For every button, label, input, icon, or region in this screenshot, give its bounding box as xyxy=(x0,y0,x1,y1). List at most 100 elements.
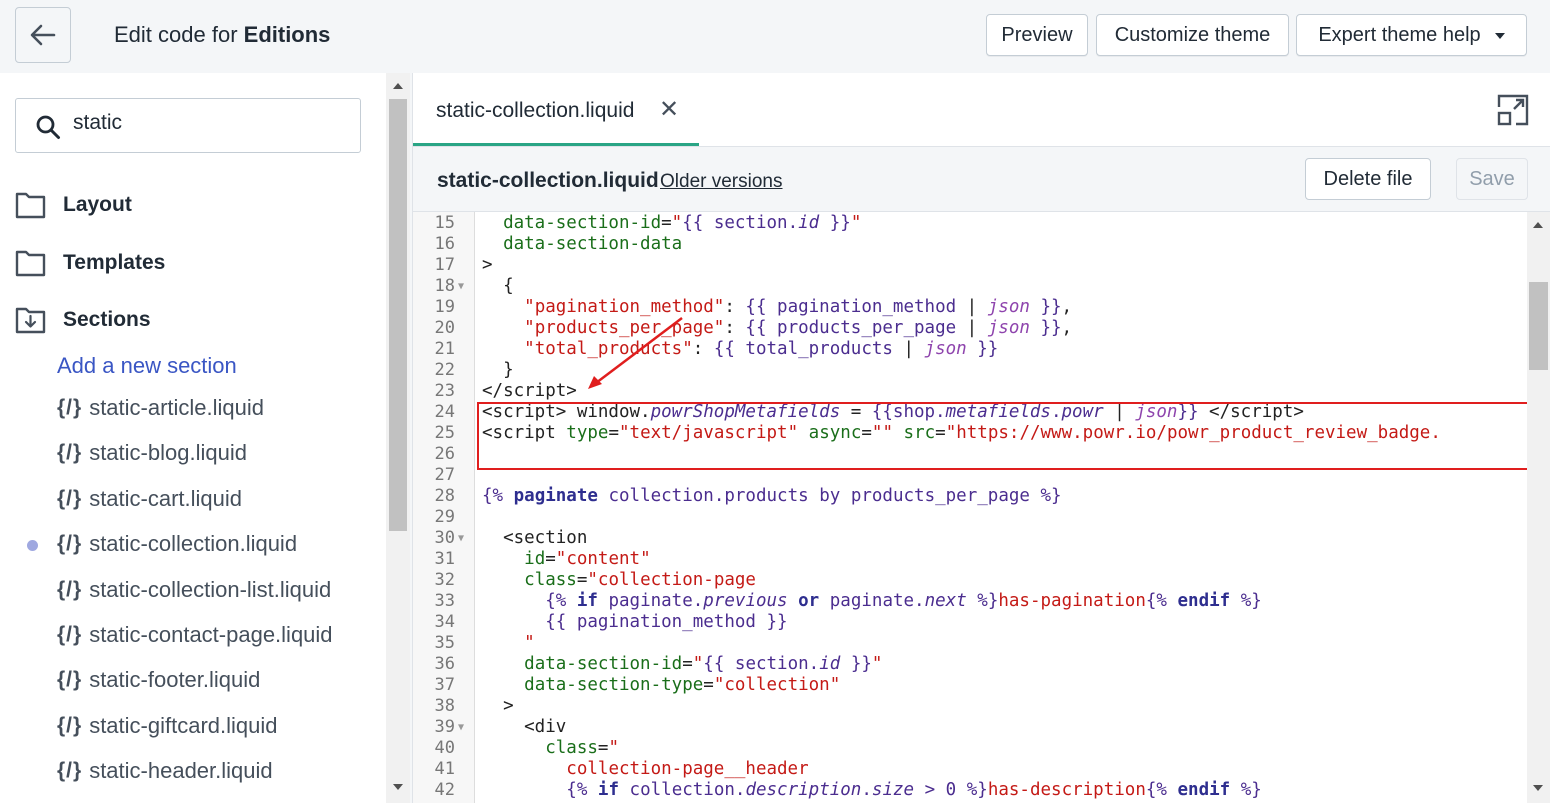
scroll-up-icon[interactable] xyxy=(393,83,403,89)
code-text: class=" xyxy=(545,738,619,758)
code-area[interactable]: 15 data-section-id="{{ section.id }}" 16… xyxy=(413,212,1528,803)
liquid-file-icon: {/} xyxy=(57,532,83,555)
scroll-up-icon[interactable] xyxy=(1533,222,1543,228)
line-number: 24 xyxy=(434,402,455,422)
annotation-arrow-icon xyxy=(588,317,683,389)
scrollbar-thumb[interactable] xyxy=(1529,282,1548,370)
code-line: 36 data-section-id="{{ section.id }}" xyxy=(413,654,1528,675)
expert-theme-help-button[interactable]: Expert theme help xyxy=(1296,14,1527,56)
top-bar: Edit code for Editions Preview Customize… xyxy=(0,0,1550,73)
code-text: data-section-type="collection" xyxy=(524,675,841,695)
liquid-file-icon: {/} xyxy=(57,578,83,601)
scroll-down-icon[interactable] xyxy=(1533,785,1543,791)
file-label: static-footer.liquid xyxy=(89,667,261,692)
expand-icon[interactable] xyxy=(1496,93,1530,127)
file-item[interactable]: {/} static-contact-page.liquid xyxy=(57,620,333,650)
folder-sections[interactable]: Sections xyxy=(15,303,151,337)
scrollbar-thumb[interactable] xyxy=(389,99,407,531)
code-text: </script> xyxy=(482,381,577,401)
code-text: "total_products": {{ total_products | js… xyxy=(524,339,999,359)
older-versions-link[interactable]: Older versions xyxy=(660,171,783,193)
highlight-box xyxy=(477,402,1531,470)
liquid-file-icon: {/} xyxy=(57,441,83,464)
file-item[interactable]: {/} static-blog.liquid xyxy=(57,438,247,468)
file-item[interactable]: {/} static-cart.liquid xyxy=(57,484,242,514)
code-text: {{ pagination_method }} xyxy=(545,612,788,632)
line-number: 27 xyxy=(434,465,455,485)
code-line: 35 " xyxy=(413,633,1528,654)
line-number: 36 xyxy=(434,654,455,674)
page-title: Edit code for Editions xyxy=(114,22,330,48)
search-icon xyxy=(36,115,60,139)
line-number: 40 xyxy=(434,738,455,758)
folder-layout[interactable]: Layout xyxy=(15,188,132,222)
customize-theme-button[interactable]: Customize theme xyxy=(1096,14,1289,56)
search-input[interactable] xyxy=(73,111,343,135)
file-item[interactable]: {/} static-collection-list.liquid xyxy=(57,575,331,605)
file-item[interactable]: {/} static-footer.liquid xyxy=(57,665,260,695)
editor-scrollbar[interactable] xyxy=(1527,212,1550,803)
line-number: 33 xyxy=(434,591,455,611)
sidebar-scrollbar[interactable] xyxy=(386,73,410,803)
code-text: {% if collection.description.size > 0 %}… xyxy=(566,780,1262,800)
line-number: 26 xyxy=(434,444,455,464)
file-item[interactable]: {/} static-giftcard.liquid xyxy=(57,711,278,741)
line-number: 16 xyxy=(434,234,455,254)
line-number: 42 xyxy=(434,780,455,800)
code-line: 31 id="content" xyxy=(413,549,1528,570)
line-number: 39 xyxy=(434,717,455,737)
line-number: 38 xyxy=(434,696,455,716)
folder-templates[interactable]: Templates xyxy=(15,246,165,280)
code-text: data-section-id="{{ section.id }}" xyxy=(524,654,883,674)
line-number: 29 xyxy=(434,507,455,527)
active-file-dot xyxy=(27,540,38,551)
arrow-left-icon xyxy=(30,24,56,46)
code-text: "pagination_method": {{ pagination_metho… xyxy=(524,297,1073,317)
code-line: 38 > xyxy=(413,696,1528,717)
liquid-file-icon: {/} xyxy=(57,396,83,419)
code-line: 28 {% paginate collection.products by pro… xyxy=(413,486,1528,507)
add-new-section-link[interactable]: Add a new section xyxy=(57,353,237,379)
code-line: 39 ▼ <div xyxy=(413,717,1528,738)
file-label: static-cart.liquid xyxy=(89,486,243,511)
search-box[interactable] xyxy=(15,98,361,153)
code-text: } xyxy=(482,360,514,380)
line-number: 17 xyxy=(434,255,455,275)
line-number: 22 xyxy=(434,360,455,380)
line-number: 19 xyxy=(434,297,455,317)
line-number: 15 xyxy=(434,213,455,233)
fold-arrow-icon[interactable]: ▼ xyxy=(458,717,464,738)
preview-button[interactable]: Preview xyxy=(986,14,1088,56)
line-number: 37 xyxy=(434,675,455,695)
code-text: id="content" xyxy=(524,549,651,569)
liquid-file-icon: {/} xyxy=(57,668,83,691)
preview-label: Preview xyxy=(1001,23,1073,46)
delete-file-button[interactable]: Delete file xyxy=(1305,158,1431,200)
scroll-down-icon[interactable] xyxy=(393,784,403,790)
liquid-file-icon: {/} xyxy=(57,487,83,510)
code-line: 18 ▼ { xyxy=(413,276,1528,297)
code-text: <div xyxy=(482,717,567,737)
file-item[interactable]: {/} static-article.liquid xyxy=(57,393,264,423)
code-text: > xyxy=(482,255,493,275)
code-line: 40 class=" xyxy=(413,738,1528,759)
liquid-file-icon: {/} xyxy=(57,623,83,646)
folder-label: Templates xyxy=(63,251,166,274)
close-icon[interactable]: ✕ xyxy=(659,98,679,122)
customize-label: Customize theme xyxy=(1114,23,1271,46)
code-text: collection-page__header xyxy=(566,759,809,779)
fold-arrow-icon[interactable]: ▼ xyxy=(458,528,464,549)
line-number: 18 xyxy=(434,276,455,296)
file-item-active[interactable]: {/} static-collection.liquid xyxy=(57,529,297,559)
file-label: static-collection-list.liquid xyxy=(89,577,332,602)
editor-tab[interactable]: static-collection.liquid ✕ xyxy=(413,73,699,146)
editor-tab-bar: static-collection.liquid ✕ xyxy=(413,73,1550,146)
file-item[interactable]: {/} static-header.liquid xyxy=(57,756,273,786)
line-number: 32 xyxy=(434,570,455,590)
code-line: 33 {% if paginate.previous or paginate.n… xyxy=(413,591,1528,612)
help-label: Expert theme help xyxy=(1318,23,1481,46)
back-button[interactable] xyxy=(15,7,71,63)
fold-arrow-icon[interactable]: ▼ xyxy=(458,276,464,297)
line-number: 25 xyxy=(434,423,455,443)
save-button[interactable]: Save xyxy=(1456,158,1528,200)
